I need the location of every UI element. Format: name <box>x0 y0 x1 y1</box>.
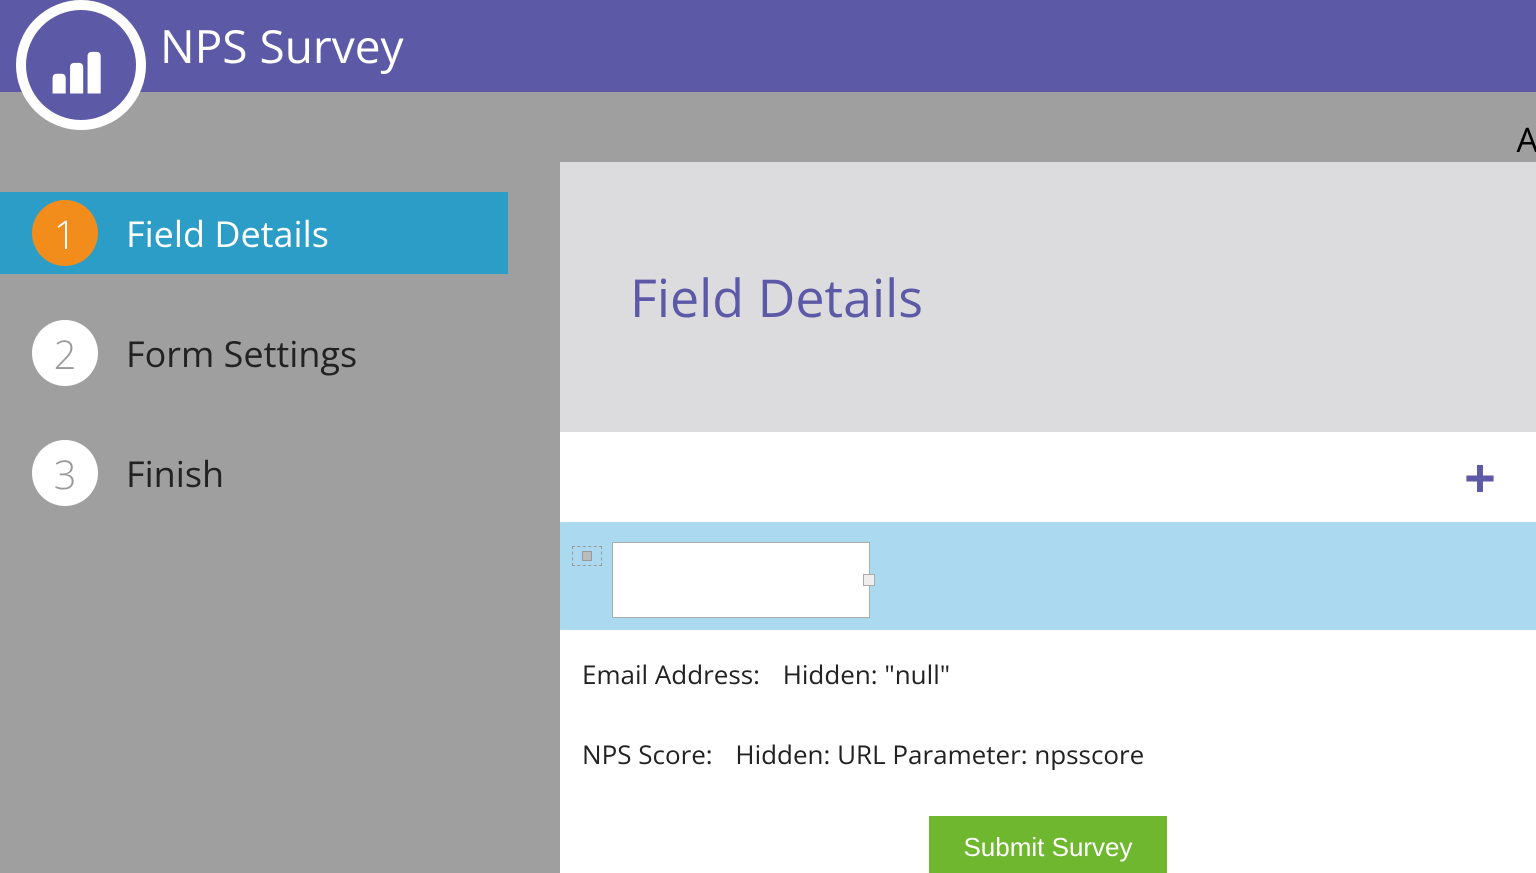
step-finish[interactable]: 3 Finish <box>0 432 508 514</box>
logo <box>16 0 146 130</box>
drag-handle[interactable] <box>572 546 602 566</box>
page-title: NPS Survey <box>160 15 404 77</box>
bar-chart-icon <box>46 30 116 100</box>
field-value: Hidden: "null" <box>783 656 950 692</box>
form-row-nps-score[interactable]: NPS Score: Hidden: URL Parameter: npssco… <box>582 736 1514 772</box>
step-label: Finish <box>126 449 224 498</box>
header-bar: NPS Survey <box>0 0 1536 92</box>
step-number: 2 <box>32 320 98 386</box>
field-value: Hidden: URL Parameter: npsscore <box>735 736 1144 772</box>
submit-button[interactable]: Submit Survey <box>929 816 1166 873</box>
panel-title-area: Field Details <box>560 162 1536 432</box>
main: 1 Field Details 2 Form Settings 3 Finish… <box>0 92 1536 873</box>
field-label: NPS Score: <box>582 736 713 772</box>
form-row-email[interactable]: Email Address: Hidden: "null" <box>582 656 1514 692</box>
corner-letter: A <box>1517 116 1536 162</box>
step-number: 3 <box>32 440 98 506</box>
step-form-settings[interactable]: 2 Form Settings <box>0 312 508 394</box>
step-label: Form Settings <box>126 329 357 378</box>
content: A Field Details + Email Address: Hidden:… <box>560 92 1536 873</box>
sidebar: 1 Field Details 2 Form Settings 3 Finish <box>0 92 560 873</box>
step-number: 1 <box>32 200 98 266</box>
text-input-box[interactable] <box>612 542 870 618</box>
add-field-bar: + <box>560 432 1536 522</box>
field-label: Email Address: <box>582 656 760 692</box>
step-label: Field Details <box>126 209 329 258</box>
plus-icon[interactable]: + <box>1464 449 1496 505</box>
panel-title: Field Details <box>630 262 923 333</box>
resize-handle[interactable] <box>863 574 875 586</box>
drag-handle-dot <box>582 551 592 561</box>
step-field-details[interactable]: 1 Field Details <box>0 192 508 274</box>
form-area: Email Address: Hidden: "null" NPS Score:… <box>560 630 1536 873</box>
selected-field-row[interactable] <box>560 522 1536 630</box>
